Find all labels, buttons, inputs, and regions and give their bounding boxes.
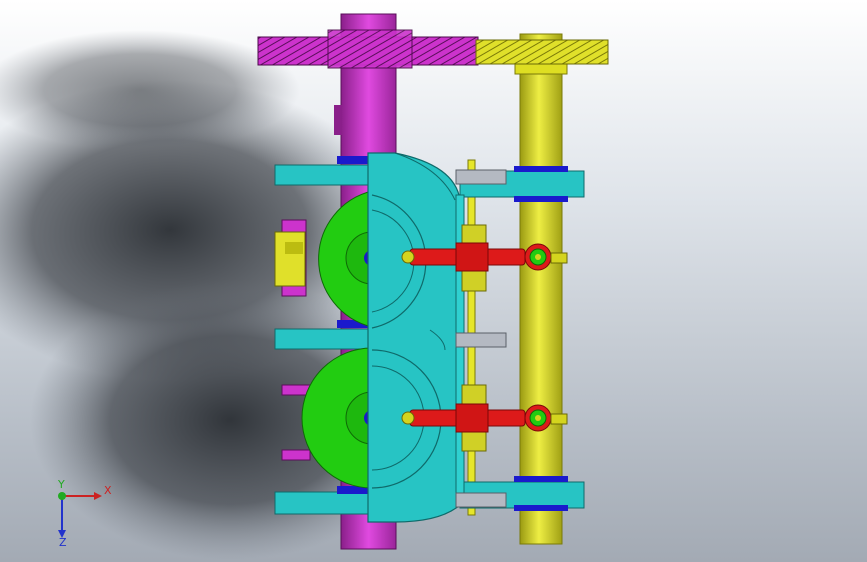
cyan-housing[interactable]	[367, 152, 465, 523]
z-axis-label: Z	[59, 536, 67, 548]
yellow-shaft[interactable]	[514, 33, 568, 545]
yellow-gear[interactable]	[475, 39, 609, 65]
y-axis-dot	[58, 492, 66, 500]
y-axis-label: Y	[57, 478, 65, 491]
assembly-model[interactable]	[0, 0, 867, 562]
magenta-gear[interactable]	[257, 29, 479, 69]
x-axis-label: X	[104, 484, 112, 497]
cyan-bracket-mid[interactable]	[274, 328, 371, 350]
graphics-viewport[interactable]: X Y Z	[0, 0, 867, 562]
reference-triad: X Y Z	[57, 478, 112, 548]
